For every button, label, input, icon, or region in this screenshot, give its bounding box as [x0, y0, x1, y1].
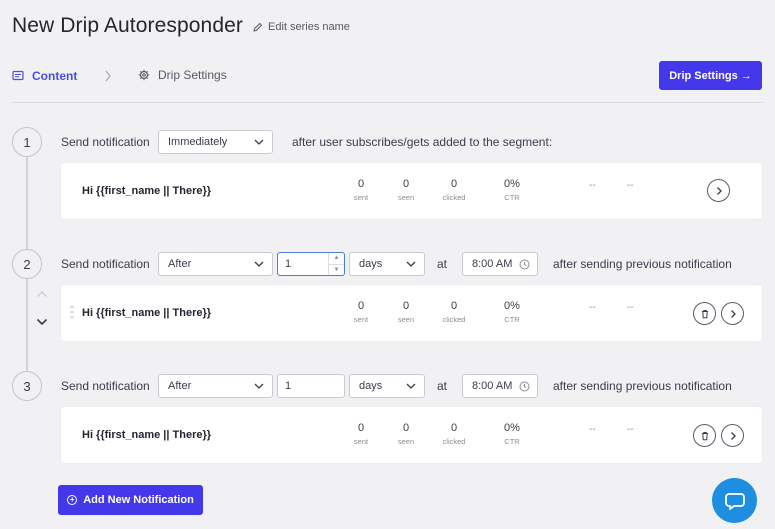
clock-icon [519, 259, 530, 270]
notification-title: Hi {{first_name || There}} [82, 307, 212, 319]
stat-ctr: 0% CTR [504, 300, 520, 324]
after-previous-label: after sending previous notification [553, 379, 732, 393]
drip-settings-button[interactable]: Drip Settings → [659, 61, 762, 90]
trash-icon [701, 431, 708, 440]
add-new-notification-label: Add New Notification [83, 494, 194, 506]
stat-seen: 0 seen [397, 300, 415, 324]
time-input[interactable]: 8:00 AM [462, 252, 538, 276]
unit-select-value: days [359, 380, 383, 392]
dash: -- [627, 180, 634, 191]
timing-select-value: Immediately [168, 136, 228, 148]
time-input-value: 8:00 AM [472, 258, 513, 270]
stat-ctr: 0% CTR [504, 178, 520, 202]
page: New Drip Autoresponder Edit series name … [0, 0, 775, 529]
delete-notification-button[interactable] [693, 424, 716, 447]
drag-handle-icon[interactable] [70, 305, 74, 319]
time-input-value: 8:00 AM [472, 380, 513, 392]
divider [12, 102, 763, 103]
step-number: 2 [12, 249, 42, 279]
open-notification-button[interactable] [721, 302, 744, 325]
tab-content[interactable]: Content [12, 69, 77, 83]
stat-seen: 0 seen [397, 422, 415, 446]
timing-select[interactable]: Immediately [158, 130, 273, 154]
pencil-icon [253, 22, 263, 32]
delay-amount-value: 1 [285, 258, 292, 270]
notification-title: Hi {{first_name || There}} [82, 429, 212, 441]
send-notification-label: Send notification [61, 379, 150, 393]
at-label: at [437, 257, 448, 271]
chevron-right-icon [730, 309, 736, 318]
add-new-notification-button[interactable]: + Add New Notification [58, 485, 203, 515]
delete-notification-button[interactable] [693, 302, 716, 325]
open-notification-button[interactable] [721, 424, 744, 447]
unit-select-value: days [359, 258, 383, 270]
number-spinner[interactable]: ▲ ▼ [328, 253, 344, 275]
move-up-icon[interactable] [36, 290, 48, 298]
page-title: New Drip Autoresponder [12, 14, 243, 37]
send-notification-label: Send notification [61, 257, 150, 271]
chevron-down-icon [406, 383, 416, 389]
at-label: at [437, 379, 448, 393]
unit-select[interactable]: days [349, 252, 425, 276]
notification-card[interactable]: Hi {{first_name || There}} 0 sent 0 seen 0… [61, 163, 762, 219]
spinner-down-icon[interactable]: ▼ [329, 265, 344, 276]
chat-icon [724, 492, 745, 510]
dash: -- [589, 180, 596, 191]
trash-icon [701, 309, 708, 318]
help-chat-button[interactable] [712, 478, 757, 523]
dash: -- [627, 424, 634, 435]
delay-amount-value: 1 [285, 380, 292, 392]
message-icon [12, 70, 24, 81]
move-down-icon[interactable] [36, 318, 48, 326]
chevron-right-icon [716, 186, 722, 195]
after-subscribe-label: after user subscribes/gets added to the … [292, 135, 553, 149]
timing-select-value: After [168, 380, 192, 392]
notification-title: Hi {{first_name || There}} [82, 185, 212, 197]
chevron-down-icon [254, 383, 264, 389]
edit-series-name-link[interactable]: Edit series name [253, 21, 350, 33]
delay-amount-input[interactable]: 1 [277, 374, 345, 398]
dash: -- [589, 302, 596, 313]
time-input[interactable]: 8:00 AM [462, 374, 538, 398]
clock-icon [519, 381, 530, 392]
stat-seen: 0 seen [397, 178, 415, 202]
after-previous-label: after sending previous notification [553, 257, 732, 271]
chevron-down-icon [254, 261, 264, 267]
plus-circle-icon: + [67, 495, 78, 505]
spinner-up-icon[interactable]: ▲ [329, 253, 344, 265]
stat-clicked: 0 clicked [442, 300, 466, 324]
chevron-down-icon [254, 139, 264, 145]
timing-select-value: After [168, 258, 192, 270]
chevron-right-icon [730, 431, 736, 440]
step-number: 1 [12, 127, 42, 157]
edit-series-name-label: Edit series name [268, 21, 350, 33]
chevron-right-icon [105, 70, 111, 82]
tab-drip-settings[interactable]: Drip Settings [138, 68, 227, 82]
tabs: Content Drip Settings [12, 68, 227, 84]
unit-select[interactable]: days [349, 374, 425, 398]
stat-clicked: 0 clicked [442, 178, 466, 202]
notification-card[interactable]: Hi {{first_name || There}} 0 sent 0 seen 0… [61, 285, 762, 341]
timing-select[interactable]: After [158, 252, 273, 276]
stat-sent: 0 sent [353, 300, 369, 324]
step-number: 3 [12, 371, 42, 401]
stat-sent: 0 sent [353, 422, 369, 446]
stat-clicked: 0 clicked [442, 422, 466, 446]
stat-ctr: 0% CTR [504, 422, 520, 446]
delay-amount-input[interactable]: 1 ▲ ▼ [277, 252, 345, 276]
send-notification-label: Send notification [61, 135, 150, 149]
open-notification-button[interactable] [707, 179, 730, 202]
stat-sent: 0 sent [353, 178, 369, 202]
tab-content-label: Content [32, 69, 78, 83]
gear-icon [138, 69, 150, 81]
timing-select[interactable]: After [158, 374, 273, 398]
notification-card[interactable]: Hi {{first_name || There}} 0 sent 0 seen 0… [61, 407, 762, 463]
chevron-down-icon [406, 261, 416, 267]
dash: -- [627, 302, 634, 313]
tab-drip-settings-label: Drip Settings [158, 68, 227, 82]
dash: -- [589, 424, 596, 435]
